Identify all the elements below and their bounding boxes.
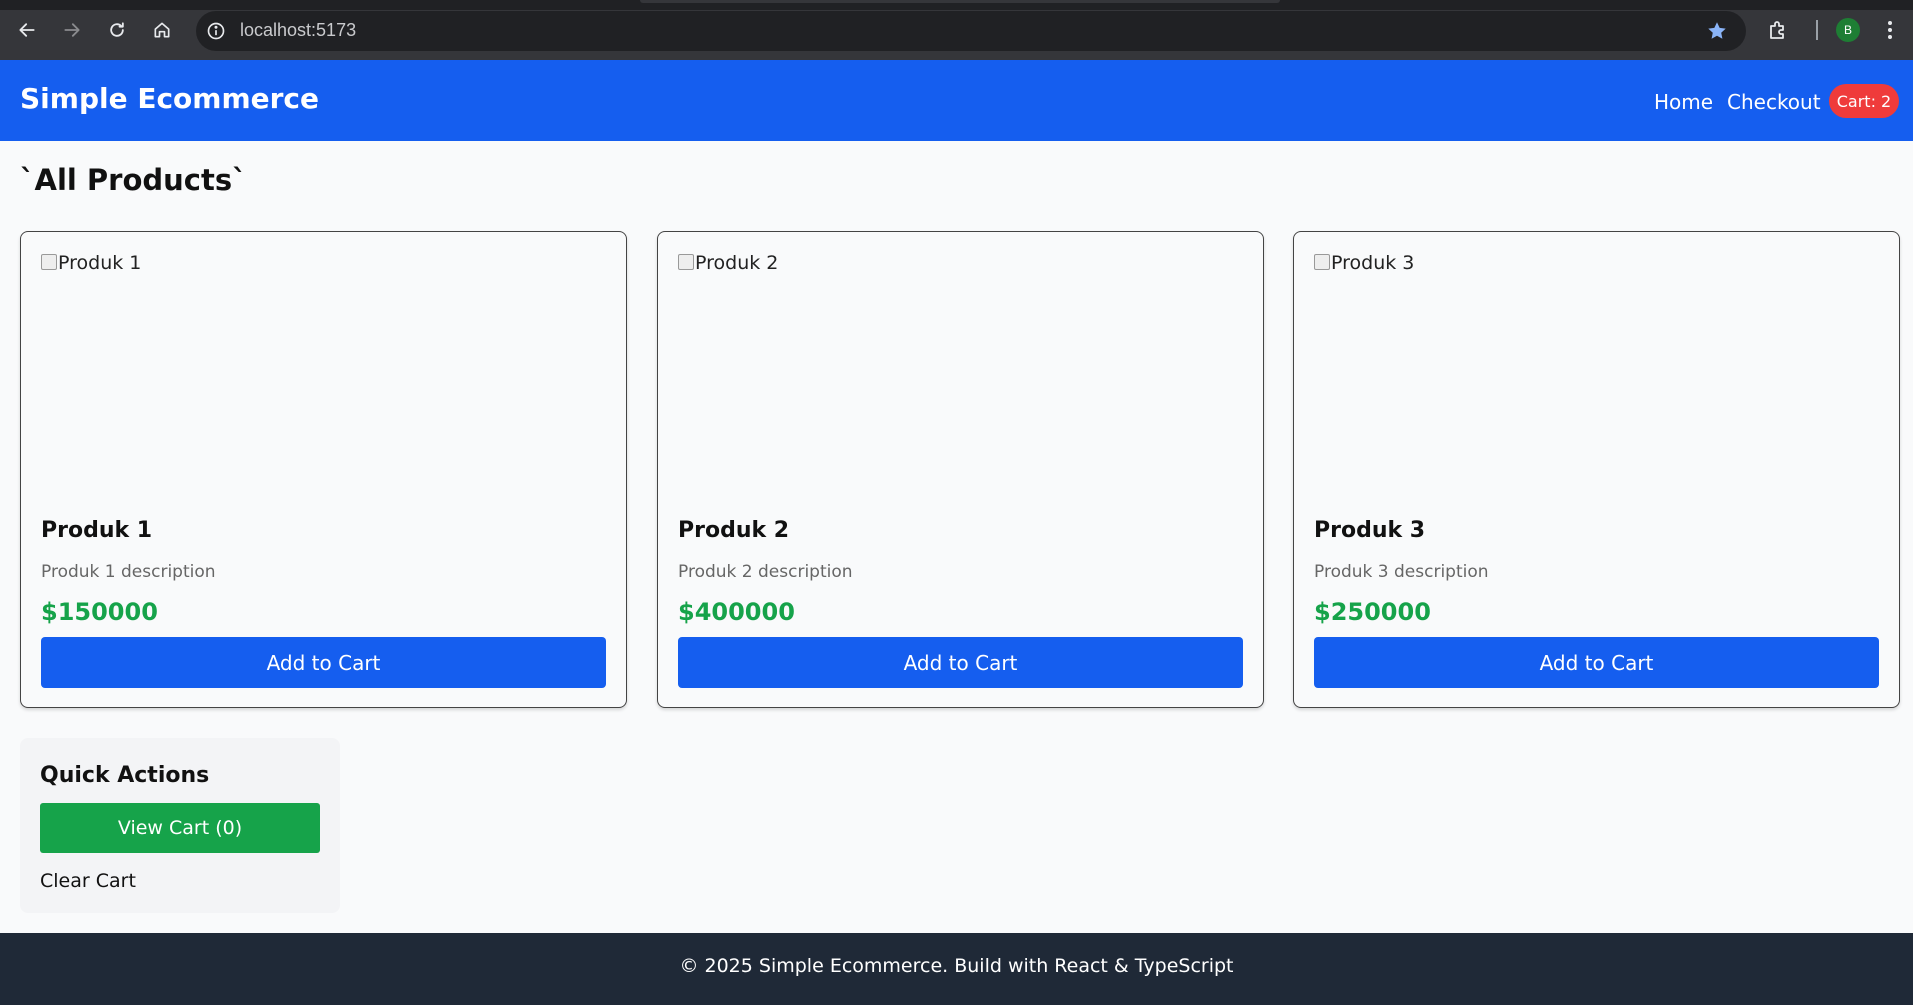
back-arrow-icon[interactable] (12, 15, 42, 45)
cart-badge[interactable]: Cart: 2 (1829, 84, 1899, 118)
profile-avatar[interactable]: B (1836, 18, 1860, 42)
extensions-icon[interactable] (1766, 18, 1790, 42)
broken-image-icon (1314, 254, 1330, 270)
product-price: $150000 (41, 598, 158, 626)
add-to-cart-button[interactable]: Add to Cart (41, 637, 606, 688)
broken-image-icon (678, 254, 694, 270)
view-cart-button[interactable]: View Cart (0) (40, 803, 320, 853)
quick-actions-panel: Quick Actions View Cart (0) Clear Cart (20, 738, 340, 913)
browser-toolbar: localhost:5173 B (0, 0, 1913, 60)
nav-home-link[interactable]: Home (1654, 90, 1713, 114)
product-name: Produk 1 (41, 518, 153, 543)
forward-arrow-icon[interactable] (57, 15, 87, 45)
kebab-menu-icon[interactable] (1878, 18, 1902, 42)
product-image-alt: Produk 2 (695, 252, 779, 274)
tab-strip (0, 0, 1913, 10)
product-image-alt: Produk 3 (1331, 252, 1415, 274)
product-image: Produk 1 (41, 252, 141, 274)
product-price: $400000 (678, 598, 795, 626)
home-icon[interactable] (147, 15, 177, 45)
add-to-cart-button[interactable]: Add to Cart (1314, 637, 1879, 688)
info-icon[interactable] (206, 21, 226, 41)
footer-text: © 2025 Simple Ecommerce. Build with Reac… (679, 955, 1234, 977)
clear-cart-button[interactable]: Clear Cart (40, 870, 136, 892)
product-description: Produk 2 description (678, 562, 853, 582)
nav-checkout-link[interactable]: Checkout (1727, 90, 1821, 114)
active-tab-edge (640, 0, 1280, 3)
product-name: Produk 3 (1314, 518, 1426, 543)
broken-image-icon (41, 254, 57, 270)
product-card: Produk 3 Produk 3 Produk 3 description $… (1293, 231, 1900, 708)
add-to-cart-button[interactable]: Add to Cart (678, 637, 1243, 688)
quick-actions-title: Quick Actions (40, 763, 210, 788)
product-card: Produk 2 Produk 2 Produk 2 description $… (657, 231, 1264, 708)
product-image-alt: Produk 1 (58, 252, 142, 274)
product-description: Produk 1 description (41, 562, 216, 582)
address-bar[interactable]: localhost:5173 (196, 11, 1746, 51)
brand-title[interactable]: Simple Ecommerce (20, 82, 319, 115)
product-description: Produk 3 description (1314, 562, 1489, 582)
product-name: Produk 2 (678, 518, 790, 543)
url-text[interactable]: localhost:5173 (240, 20, 356, 41)
reload-icon[interactable] (102, 15, 132, 45)
app-footer: © 2025 Simple Ecommerce. Build with Reac… (0, 933, 1913, 1005)
product-price: $250000 (1314, 598, 1431, 626)
product-image: Produk 3 (1314, 252, 1414, 274)
page-title: `All Products` (20, 163, 247, 197)
app-header: Simple Ecommerce Home Checkout Cart: 2 (0, 60, 1913, 141)
star-icon[interactable] (1706, 20, 1728, 42)
product-image: Produk 2 (678, 252, 778, 274)
product-card: Produk 1 Produk 1 Produk 1 description $… (20, 231, 627, 708)
toolbar-separator (1816, 20, 1818, 40)
